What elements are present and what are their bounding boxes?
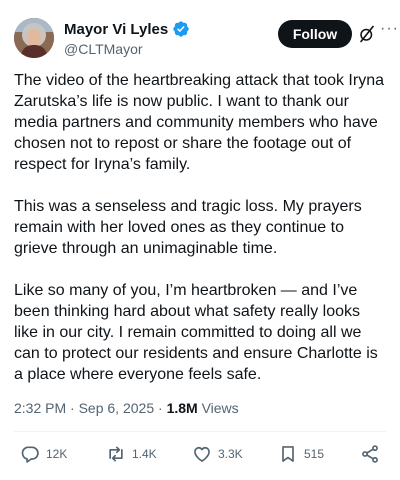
repost-icon (109, 446, 123, 462)
tweet-meta: 2:32 PM · Sep 6, 2025 · 1.8M Views (14, 400, 239, 416)
author-names: Mayor Vi Lyles @CLTMayor (64, 20, 190, 57)
views-count: 1.8M (166, 400, 198, 416)
like-count: 3.3K (218, 447, 243, 461)
tweet-paragraph: This was a senseless and tragic loss. My… (14, 198, 362, 257)
tweet-time[interactable]: 2:32 PM (14, 400, 66, 416)
tweet-paragraph: Like so many of you, I’m heartbroken — a… (14, 282, 378, 383)
tweet-paragraph: The video of the heartbreaking attack th… (14, 72, 384, 173)
ellipsis-icon[interactable]: ··· (380, 21, 398, 44)
author-handle[interactable]: @CLTMayor (64, 41, 190, 57)
tweet-header: Mayor Vi Lyles @CLTMayor Follow ··· (14, 12, 398, 60)
meta-separator: · (158, 400, 163, 416)
avatar[interactable] (14, 18, 54, 58)
grok-slash-icon[interactable] (358, 25, 376, 43)
divider (14, 431, 386, 432)
display-name-row: Mayor Vi Lyles (64, 20, 190, 38)
like-button[interactable]: 3.3K (192, 444, 243, 464)
reply-button[interactable]: 12K (20, 444, 67, 464)
follow-button[interactable]: Follow (278, 20, 352, 48)
reply-icon (21, 446, 39, 463)
verified-badge-icon (173, 21, 189, 37)
author-display-name[interactable]: Mayor Vi Lyles (64, 21, 168, 38)
tweet-text: The video of the heartbreaking attack th… (14, 70, 386, 406)
bookmark-icon (282, 446, 294, 462)
reply-count: 12K (46, 447, 68, 461)
bookmark-count: 515 (304, 447, 325, 461)
avatar-photo (14, 18, 54, 58)
repost-button[interactable]: 1.4K (106, 444, 157, 464)
tweet-date[interactable]: Sep 6, 2025 (79, 400, 155, 416)
share-button[interactable] (360, 444, 380, 464)
repost-count: 1.4K (132, 447, 157, 461)
share-icon (362, 445, 378, 463)
bookmark-button[interactable]: 515 (278, 444, 324, 464)
views-label: Views (201, 400, 239, 416)
meta-separator: · (70, 400, 75, 416)
heart-icon (194, 446, 210, 462)
action-bar: 12K 1.4K 3.3K 515 (14, 444, 386, 468)
